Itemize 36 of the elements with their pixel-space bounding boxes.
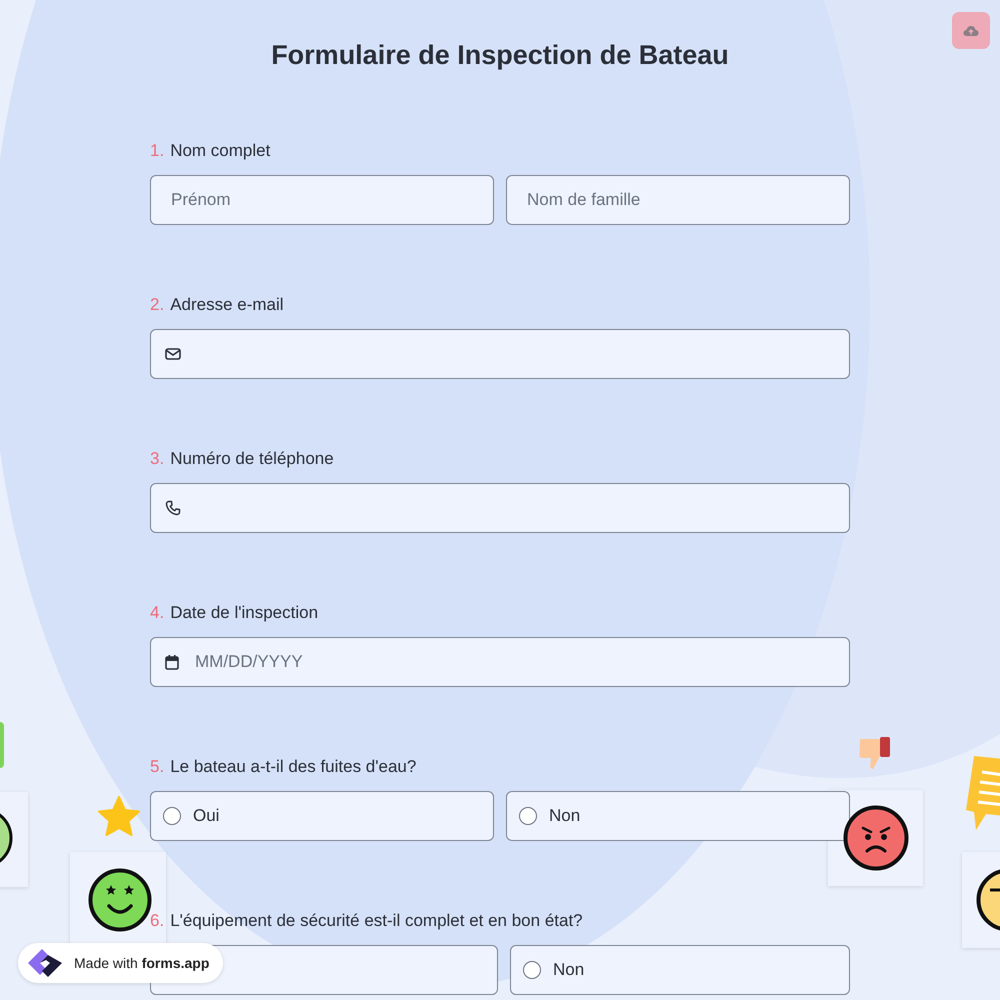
radio-option[interactable]: Oui — [150, 791, 494, 841]
question-label: Nom complet — [170, 141, 270, 161]
question-number: 3. — [150, 449, 164, 469]
badge-text: Made with forms.app — [74, 955, 210, 971]
question-number: 5. — [150, 757, 164, 777]
question-number: 4. — [150, 603, 164, 623]
question-number: 6. — [150, 911, 164, 931]
email-field[interactable] — [150, 329, 850, 379]
question-number: 2. — [150, 295, 164, 315]
radio-button[interactable] — [523, 961, 541, 979]
question-label: Adresse e-mail — [170, 295, 284, 315]
speech-bubble-icon — [964, 754, 1000, 832]
form-title: Formulaire de Inspection de Bateau — [270, 40, 730, 71]
radio-button[interactable] — [163, 807, 181, 825]
star-icon — [97, 796, 141, 838]
text-field[interactable]: Prénom — [150, 175, 494, 225]
thumbs-down-icon — [858, 736, 892, 770]
cloud-upload-icon — [963, 24, 979, 36]
date-field[interactable]: MM/DD/YYYY — [150, 637, 850, 687]
question-label: Numéro de téléphone — [170, 449, 334, 469]
angry-face-icon — [843, 805, 909, 871]
radio-option[interactable]: Non — [510, 945, 850, 995]
question-number: 1. — [150, 141, 164, 161]
phone-icon — [165, 500, 181, 516]
radio-button[interactable] — [519, 807, 537, 825]
text-field[interactable]: Nom de famille — [506, 175, 850, 225]
radio-option[interactable]: Non — [506, 791, 850, 841]
envelope-icon — [165, 347, 181, 361]
phone-field[interactable] — [150, 483, 850, 533]
question-label: L'équipement de sécurité est-il complet et en bon état? — [170, 911, 583, 931]
upload-button[interactable] — [952, 12, 990, 49]
calendar-icon — [165, 654, 179, 670]
made-with-badge[interactable]: Made with forms.app — [18, 943, 224, 983]
smiley-icon — [88, 868, 152, 932]
question-label: Date de l'inspection — [170, 603, 318, 623]
question-label: Le bateau a-t-il des fuites d'eau? — [170, 757, 416, 777]
